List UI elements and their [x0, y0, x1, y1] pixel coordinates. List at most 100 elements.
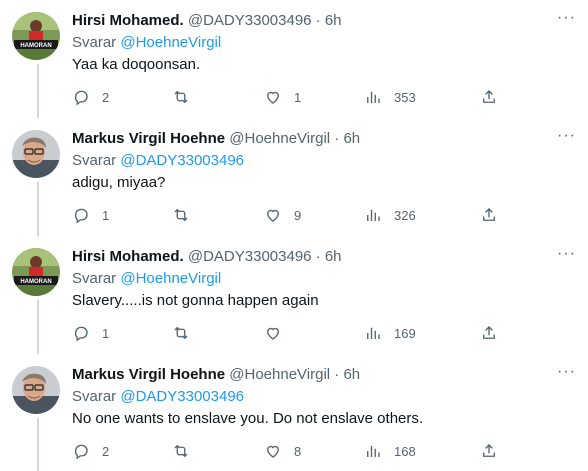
retweet-button[interactable] — [172, 205, 202, 225]
reply-button[interactable]: 1 — [72, 205, 109, 225]
share-button[interactable] — [480, 441, 498, 461]
share-icon — [483, 90, 495, 103]
like-count: 8 — [294, 443, 302, 459]
share-icon — [483, 208, 495, 221]
retweet-button[interactable] — [172, 441, 202, 461]
like-button[interactable] — [264, 323, 294, 343]
replying-to: Svarar @HoehneVirgil — [72, 33, 572, 53]
more-options-icon[interactable]: ··· — [557, 10, 576, 26]
reply-button[interactable]: 2 — [72, 87, 109, 107]
display-name[interactable]: Markus Virgil Hoehne — [72, 366, 225, 383]
replying-to-label: Svarar — [72, 270, 117, 287]
user-handle[interactable]: @HoehneVirgil — [229, 366, 330, 383]
retweet-icon — [174, 90, 188, 104]
user-handle[interactable]: @HoehneVirgil — [229, 130, 330, 147]
reply-button[interactable]: 2 — [72, 441, 109, 461]
separator-dot: · — [334, 130, 340, 147]
retweet-button[interactable] — [172, 87, 202, 107]
tweet-article[interactable]: HAMORAN Hirsi Mohamed. @DADY33003496 · 6… — [0, 0, 588, 118]
more-options-icon[interactable]: ··· — [557, 128, 576, 144]
avatar[interactable] — [12, 366, 60, 414]
tweet-actions: 1 169 — [72, 323, 502, 343]
analytics-icon — [367, 327, 380, 339]
tweet-header: Markus Virgil Hoehne @HoehneVirgil · 6h — [72, 129, 572, 149]
timestamp[interactable]: 6h — [343, 366, 360, 383]
hirsi-avatar-image: HAMORAN — [12, 248, 60, 296]
mention-link[interactable]: @DADY33003496 — [120, 152, 244, 169]
tweet-article[interactable]: Markus Virgil Hoehne @HoehneVirgil · 6h … — [0, 118, 588, 236]
view-count: 353 — [394, 89, 416, 105]
heart-icon — [267, 327, 279, 340]
share-icon — [483, 444, 495, 457]
display-name[interactable]: Hirsi Mohamed. — [72, 248, 184, 265]
reply-count: 2 — [102, 443, 110, 459]
display-name[interactable]: Hirsi Mohamed. — [72, 12, 184, 29]
timestamp[interactable]: 6h — [343, 130, 360, 147]
tweet-article[interactable]: Markus Virgil Hoehne @HoehneVirgil · 6h … — [0, 354, 588, 471]
tweet-header: Markus Virgil Hoehne @HoehneVirgil · 6h — [72, 365, 572, 385]
analytics-icon — [367, 209, 380, 221]
mention-link[interactable]: @HoehneVirgil — [120, 270, 221, 287]
reply-button[interactable]: 1 — [72, 323, 109, 343]
tweet-text: adigu, miyaa? — [72, 174, 166, 191]
timestamp[interactable]: 6h — [325, 248, 342, 265]
reply-icon — [74, 90, 88, 106]
replying-to-label: Svarar — [72, 152, 117, 169]
share-button[interactable] — [480, 87, 498, 107]
timestamp[interactable]: 6h — [325, 12, 342, 29]
like-button[interactable]: 1 — [264, 87, 301, 107]
like-button[interactable]: 8 — [264, 441, 301, 461]
tweet-article[interactable]: HAMORAN Hirsi Mohamed. @DADY33003496 · 6… — [0, 236, 588, 354]
heart-icon — [267, 91, 279, 104]
retweet-icon — [174, 208, 188, 222]
share-button[interactable] — [480, 205, 498, 225]
reply-icon — [74, 326, 88, 342]
replying-to: Svarar @DADY33003496 — [72, 151, 572, 171]
tweet-header: Hirsi Mohamed. @DADY33003496 · 6h — [72, 247, 572, 267]
views-button[interactable]: 353 — [364, 87, 416, 107]
tweet-text: Slavery.....is not gonna happen again — [72, 292, 319, 309]
heart-icon — [267, 445, 279, 458]
user-handle[interactable]: @DADY33003496 — [188, 248, 312, 265]
like-count: 9 — [294, 207, 302, 223]
more-options-icon[interactable]: ··· — [557, 246, 576, 262]
mention-link[interactable]: @HoehneVirgil — [120, 34, 221, 51]
view-count: 326 — [394, 207, 416, 223]
retweet-button[interactable] — [172, 323, 202, 343]
avatar[interactable]: HAMORAN — [12, 248, 60, 296]
more-options-icon[interactable]: ··· — [557, 364, 576, 380]
reply-icon — [74, 208, 88, 224]
share-button[interactable] — [480, 323, 498, 343]
avatar[interactable]: HAMORAN — [12, 12, 60, 60]
tweet-actions: 2 8 168 — [72, 441, 502, 461]
avatar[interactable] — [12, 130, 60, 178]
analytics-icon — [367, 445, 380, 457]
replying-to: Svarar @HoehneVirgil — [72, 269, 572, 289]
replying-to-label: Svarar — [72, 34, 117, 51]
like-button[interactable]: 9 — [264, 205, 301, 225]
like-count: 1 — [294, 89, 302, 105]
heart-icon — [267, 209, 279, 222]
tweet-text: Yaa ka doqoonsan. — [72, 56, 201, 73]
avatar-text: HAMORAN — [20, 43, 51, 49]
hirsi-avatar-image: HAMORAN — [12, 12, 60, 60]
retweet-icon — [174, 326, 188, 340]
separator-dot: · — [315, 248, 321, 265]
replying-to: Svarar @DADY33003496 — [72, 387, 572, 407]
mention-link[interactable]: @DADY33003496 — [120, 388, 244, 405]
tweet-header: Hirsi Mohamed. @DADY33003496 · 6h — [72, 11, 572, 31]
view-count: 168 — [394, 443, 416, 459]
views-button[interactable]: 169 — [364, 323, 416, 343]
views-button[interactable]: 168 — [364, 441, 416, 461]
avatar-text: HAMORAN — [20, 279, 51, 285]
share-icon — [483, 326, 495, 339]
tweet-text: No one wants to enslave you. Do not ensl… — [72, 410, 424, 427]
views-button[interactable]: 326 — [364, 205, 416, 225]
view-count: 169 — [394, 325, 416, 341]
separator-dot: · — [315, 12, 321, 29]
reply-count: 2 — [102, 89, 110, 105]
tweet-actions: 1 9 326 — [72, 205, 502, 225]
retweet-icon — [174, 444, 188, 458]
user-handle[interactable]: @DADY33003496 — [188, 12, 312, 29]
display-name[interactable]: Markus Virgil Hoehne — [72, 130, 225, 147]
